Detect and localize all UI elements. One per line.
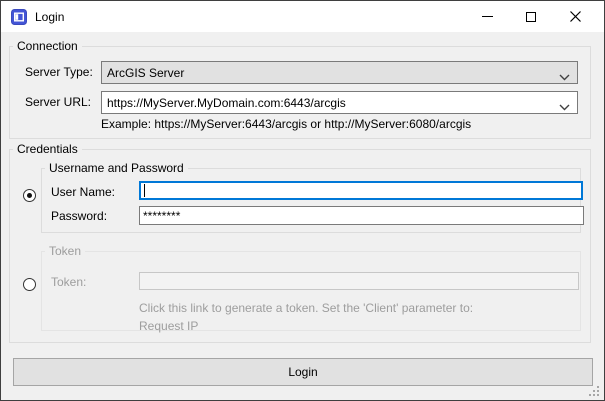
password-label: Password:	[51, 209, 107, 223]
request-ip-text: Request IP	[139, 319, 198, 333]
connection-group-label: Connection	[13, 39, 82, 53]
resize-grip-icon[interactable]	[589, 386, 600, 397]
text-caret	[144, 184, 145, 197]
window-title: Login	[35, 10, 64, 24]
token-label: Token:	[51, 275, 86, 289]
title-bar: Login	[1, 1, 604, 32]
credentials-group-label: Credentials	[13, 142, 82, 156]
maximize-icon[interactable]	[509, 1, 553, 32]
server-url-value: https://MyServer.MyDomain.com:6443/arcgi…	[107, 96, 346, 110]
username-input[interactable]	[139, 181, 583, 200]
token-radio[interactable]	[23, 278, 36, 291]
server-type-dropdown[interactable]: ArcGIS Server	[101, 61, 578, 84]
token-input	[139, 272, 579, 290]
username-label: User Name:	[51, 185, 115, 199]
password-input[interactable]	[139, 206, 584, 225]
server-url-example-text: Example: https://MyServer:6443/arcgis or…	[101, 117, 471, 131]
login-button[interactable]: Login	[13, 358, 593, 386]
token-group	[41, 251, 581, 331]
server-url-label: Server URL:	[25, 95, 91, 109]
chevron-down-icon	[559, 100, 570, 114]
login-dialog: Login Connection Server Type: ArcGIS Ser…	[0, 0, 605, 401]
close-icon[interactable]	[553, 1, 597, 32]
minimize-icon[interactable]	[465, 1, 509, 32]
server-type-label: Server Type:	[25, 65, 93, 79]
username-password-radio[interactable]	[23, 189, 36, 202]
username-password-group-label: Username and Password	[45, 161, 188, 175]
form-window-icon	[11, 9, 27, 25]
login-button-label: Login	[288, 365, 317, 379]
window-controls	[465, 1, 604, 32]
server-type-value: ArcGIS Server	[107, 66, 184, 80]
token-group-label: Token	[45, 244, 85, 258]
chevron-down-icon	[559, 70, 570, 84]
token-hint-text: Click this link to generate a token. Set…	[139, 301, 473, 315]
server-url-combobox[interactable]: https://MyServer.MyDomain.com:6443/arcgi…	[101, 91, 578, 114]
